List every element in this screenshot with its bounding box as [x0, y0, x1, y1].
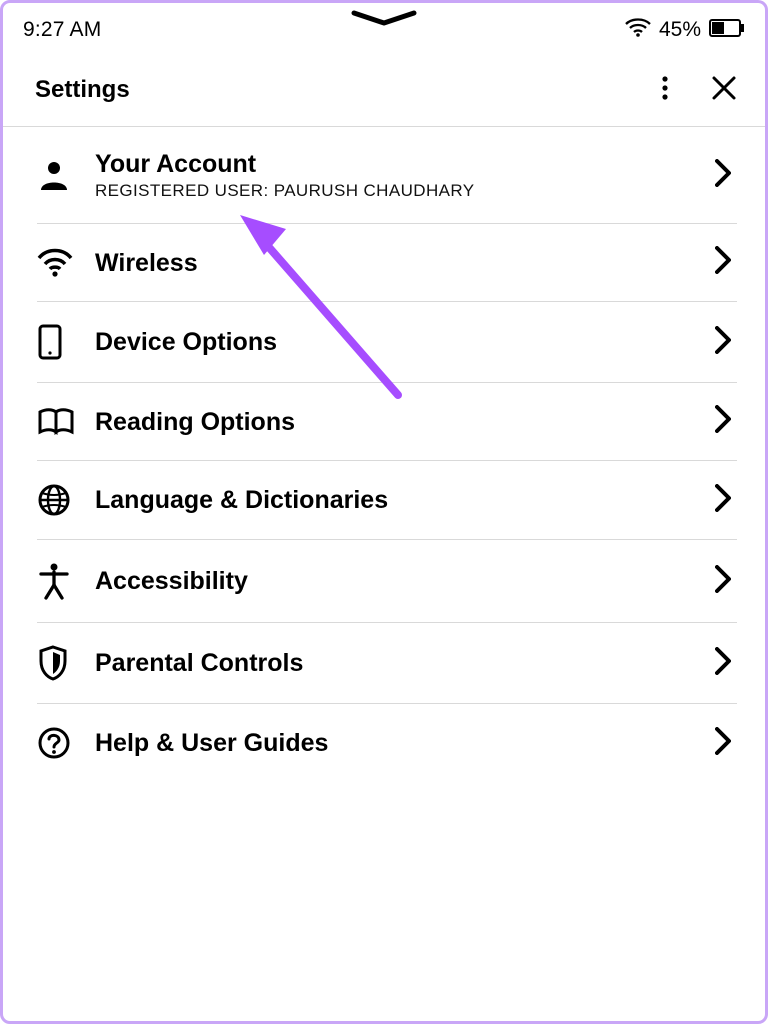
- row-title: Language & Dictionaries: [95, 485, 715, 515]
- row-accessibility[interactable]: Accessibility: [37, 540, 737, 623]
- row-title: Device Options: [95, 327, 715, 357]
- row-title: Parental Controls: [95, 648, 715, 678]
- chevron-right-icon: [715, 565, 737, 598]
- row-title: Help & User Guides: [95, 728, 715, 758]
- page-title: Settings: [35, 76, 130, 104]
- battery-icon: [709, 19, 745, 42]
- wifi-icon: [625, 18, 651, 43]
- wifi-icon: [37, 248, 87, 278]
- row-your-account[interactable]: Your Account REGISTERED USER: PAURUSH CH…: [37, 127, 737, 224]
- settings-list: Your Account REGISTERED USER: PAURUSH CH…: [3, 127, 765, 782]
- screen-frame: 9:27 AM 45% Settings: [0, 0, 768, 1024]
- accessibility-icon: [37, 562, 87, 600]
- overflow-menu-button[interactable]: [657, 71, 673, 108]
- help-icon: [37, 726, 87, 760]
- close-button[interactable]: [707, 71, 741, 108]
- person-icon: [37, 158, 87, 192]
- chevron-right-icon: [715, 647, 737, 680]
- row-title: Wireless: [95, 248, 715, 278]
- row-help-guides[interactable]: Help & User Guides: [37, 704, 737, 782]
- shield-icon: [37, 645, 87, 681]
- device-icon: [37, 324, 87, 360]
- row-title: Accessibility: [95, 566, 715, 596]
- row-title: Reading Options: [95, 407, 715, 437]
- chevron-right-icon: [715, 484, 737, 517]
- status-time: 9:27 AM: [23, 18, 101, 42]
- status-right: 45%: [625, 18, 745, 43]
- close-icon: [711, 75, 737, 101]
- row-parental-controls[interactable]: Parental Controls: [37, 623, 737, 704]
- chevron-right-icon: [715, 159, 737, 192]
- chevron-right-icon: [715, 405, 737, 438]
- kebab-icon: [661, 75, 669, 101]
- chevron-right-icon: [715, 246, 737, 279]
- chevron-right-icon: [715, 326, 737, 359]
- row-title: Your Account: [95, 149, 715, 179]
- chevron-right-icon: [715, 727, 737, 760]
- battery-percent: 45%: [659, 18, 701, 42]
- row-subtitle: REGISTERED USER: PAURUSH CHAUDHARY: [95, 181, 715, 201]
- row-device-options[interactable]: Device Options: [37, 302, 737, 383]
- book-icon: [37, 407, 87, 437]
- row-reading-options[interactable]: Reading Options: [37, 383, 737, 461]
- page-header: Settings: [3, 51, 765, 126]
- globe-icon: [37, 483, 87, 517]
- row-wireless[interactable]: Wireless: [37, 224, 737, 302]
- row-language-dictionaries[interactable]: Language & Dictionaries: [37, 461, 737, 540]
- pull-down-handle[interactable]: [344, 9, 424, 29]
